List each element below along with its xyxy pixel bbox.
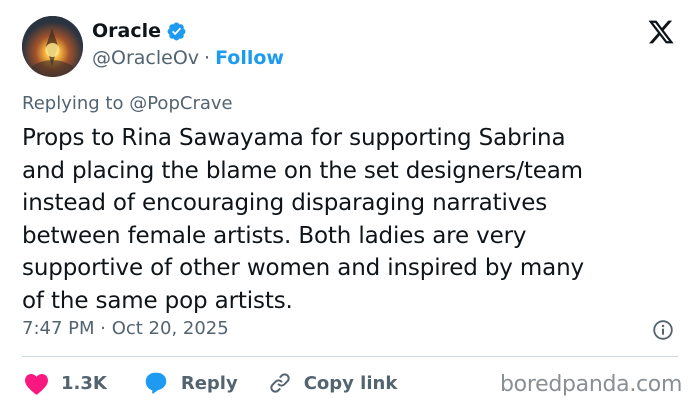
heart-icon	[25, 373, 48, 395]
replying-to-mention[interactable]: @PopCrave	[129, 93, 232, 114]
author-handle[interactable]: @OracleOv	[92, 47, 199, 69]
info-icon[interactable]	[652, 319, 674, 341]
replying-to: Replying to @PopCrave	[22, 93, 233, 114]
author-name-row: Oracle	[92, 20, 187, 42]
tweet-text-line: of the same pop artists.	[22, 287, 293, 314]
verified-badge-icon	[167, 22, 186, 40]
like-count: 1.3K	[61, 372, 107, 394]
watermark: boredpanda.com	[500, 372, 683, 397]
follow-button[interactable]: Follow	[215, 47, 284, 69]
copy-link-button[interactable]: Copy link	[268, 371, 398, 395]
reply-label: Reply	[180, 372, 238, 394]
reply-button[interactable]: Reply	[143, 371, 238, 395]
tweet-text-line: supportive of other women and inspired b…	[22, 255, 585, 281]
action-bar: 1.3K Reply Copy link	[24, 370, 397, 396]
avatar[interactable]	[22, 16, 83, 77]
tweet-text-line: Props to Rina Sawayama for supporting Sa…	[22, 125, 566, 151]
tweet-text: Props to Rina Sawayama for supporting Sa…	[22, 122, 682, 317]
like-button[interactable]: 1.3K	[24, 372, 107, 395]
divider	[22, 356, 678, 357]
link-icon	[270, 373, 290, 393]
tweet-timestamp[interactable]: 7:47 PM · Oct 20, 2025	[22, 318, 229, 339]
speech-bubble-icon	[145, 372, 167, 394]
tweet-text-line: and placing the blame on the set designe…	[22, 157, 583, 184]
tweet-text-line: between female artists. Both ladies are …	[22, 222, 527, 249]
separator-dot: ·	[204, 47, 211, 69]
tweet-text-line: instead of encouraging disparaging narra…	[22, 190, 548, 216]
replying-to-prefix: Replying to	[22, 93, 124, 114]
author-name[interactable]: Oracle	[92, 20, 161, 42]
copy-link-label: Copy link	[303, 372, 398, 394]
avatar-image	[22, 16, 83, 77]
handle-row: @OracleOv · Follow	[92, 47, 284, 69]
x-logo-icon[interactable]	[646, 18, 676, 46]
